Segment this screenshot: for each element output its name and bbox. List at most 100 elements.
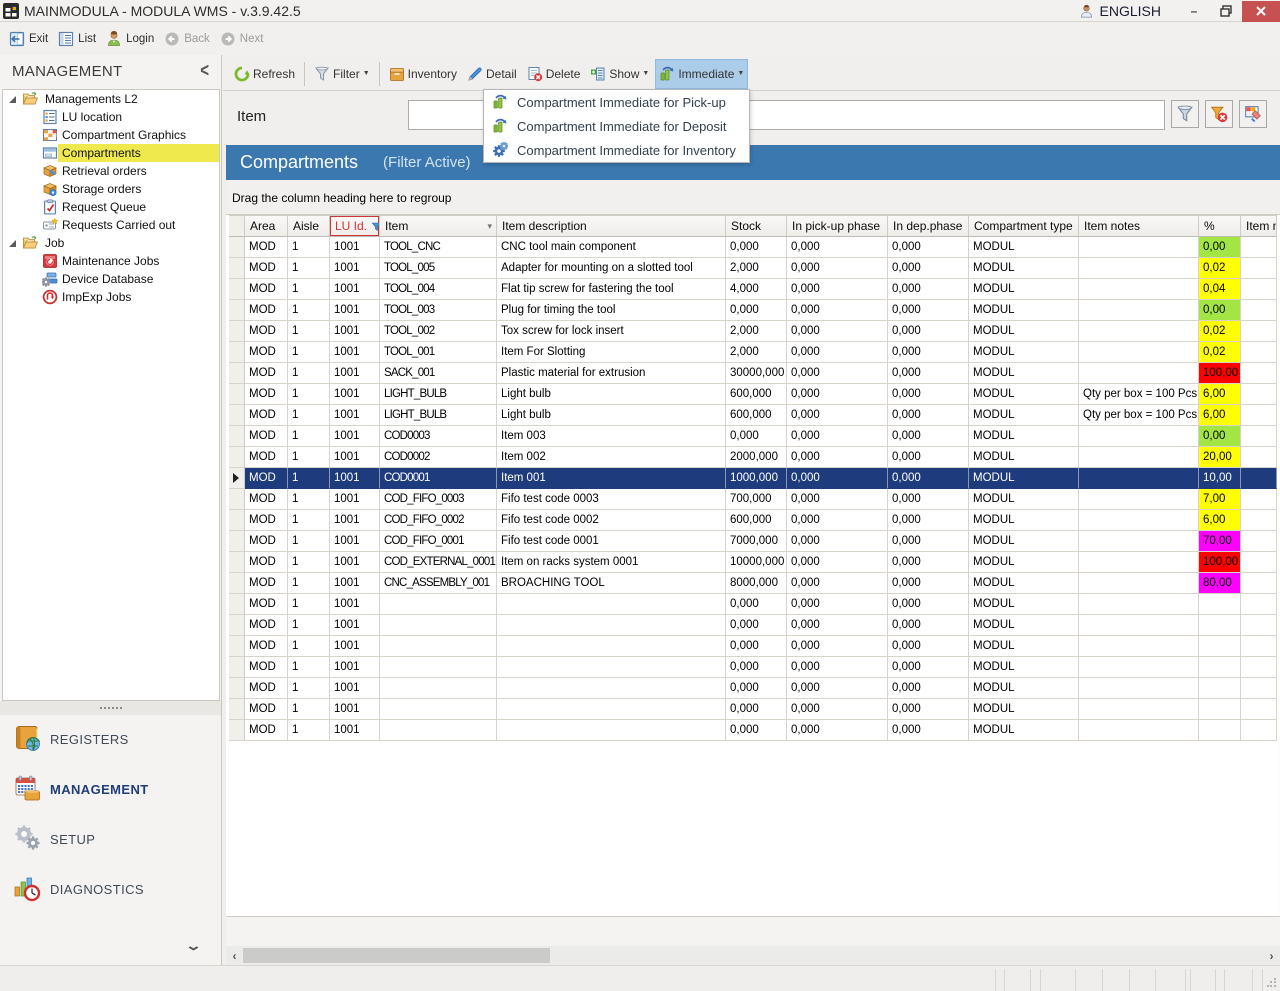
statusbar-separator [1102, 969, 1103, 991]
immediate-inventory-icon [492, 142, 508, 158]
grid-row-empty-22[interactable]: MOD110010,0000,0000,000MODUL [229, 699, 1277, 720]
horizontal-scrollbar[interactable]: ‹ › [226, 946, 1280, 965]
grid-row-tool_002[interactable]: MOD11001TOOL_002Tox screw for lock inser… [229, 321, 1277, 342]
row-indicator [229, 237, 245, 258]
grid-row-empty-18[interactable]: MOD110010,0000,0000,000MODUL [229, 615, 1277, 636]
scroll-left-arrow[interactable]: ‹ [226, 946, 243, 965]
sort-indicator-icon: ▾ [487, 221, 492, 232]
tree-expand-toggle[interactable] [8, 95, 17, 104]
grid-row-cod_external_0001[interactable]: MOD11001COD_EXTERNAL_0001Item on racks s… [229, 552, 1277, 573]
grid-toolbar: Refresh Filter▼ InventoryDetailDeleteShow▼… [223, 57, 1280, 91]
column-header-compartment-type[interactable]: Compartment type [969, 215, 1079, 237]
sidebar-more-chevron[interactable]: ⌄ [185, 938, 202, 954]
grid-row-empty-17[interactable]: MOD110010,0000,0000,000MODUL [229, 594, 1277, 615]
nav-setup[interactable]: SETUP [0, 824, 221, 854]
grid-row-tool_004[interactable]: MOD11001TOOL_004Flat tip screw for faste… [229, 279, 1277, 300]
column-header-item-description[interactable]: Item description [497, 215, 726, 237]
clear-grid-button[interactable] [1239, 100, 1267, 128]
grid-row-empty-19[interactable]: MOD110010,0000,0000,000MODUL [229, 636, 1277, 657]
tree-item-requests-carried-out[interactable]: Requests Carried out [3, 216, 219, 234]
grid-row-light_bulb[interactable]: MOD11001LIGHT_BULBLight bulb600,0000,000… [229, 405, 1277, 426]
grid-row-tool_005[interactable]: MOD11001TOOL_005Adapter for mounting on … [229, 258, 1277, 279]
grid-row-sack_001[interactable]: MOD11001SACK_001Plastic material for ext… [229, 363, 1277, 384]
back-button: Back [159, 27, 215, 51]
nav-diagnostics[interactable]: DIAGNOSTICS [0, 874, 221, 904]
sidebar-splitter[interactable] [0, 701, 221, 715]
retrieval-orders-icon [42, 163, 58, 179]
tree-item-compartments[interactable]: Compartments [3, 144, 219, 162]
detail-button[interactable]: Detail [463, 59, 521, 89]
grid-row-cod_fifo_0002[interactable]: MOD11001COD_FIFO_0002Fifo test code 0002… [229, 510, 1277, 531]
tree-item-retrieval-orders[interactable]: Retrieval orders [3, 162, 219, 180]
tree-item-lu-location[interactable]: LU location [3, 108, 219, 126]
column-header-item-notes[interactable]: Item notes [1079, 215, 1199, 237]
filter-button[interactable]: Filter▼ [310, 59, 374, 89]
column-header-pct[interactable]: % [1199, 215, 1241, 237]
group-by-hint: Drag the column heading here to regroup [232, 191, 451, 205]
tree-item-device-database[interactable]: Device Database [3, 270, 219, 288]
tree-item-storage-orders[interactable]: Storage orders [3, 180, 219, 198]
grid-row-empty-20[interactable]: MOD110010,0000,0000,000MODUL [229, 657, 1277, 678]
inventory-button[interactable]: Inventory [385, 59, 461, 89]
grid-row-light_bulb[interactable]: MOD11001LIGHT_BULBLight bulb600,0000,000… [229, 384, 1277, 405]
statusbar-separator [1224, 969, 1225, 991]
tree-item-request-queue[interactable]: Request Queue [3, 198, 219, 216]
menu-item-compartment-immediate-for-deposit[interactable]: Compartment Immediate for Deposit [484, 114, 749, 138]
grid-row-empty-23[interactable]: MOD110010,0000,0000,000MODUL [229, 720, 1277, 741]
open-folder-icon [22, 235, 38, 251]
tree-expand-toggle[interactable] [8, 239, 17, 248]
exit-button[interactable]: Exit [4, 27, 53, 51]
list-button[interactable]: List [53, 27, 101, 51]
grid-row-tool_001[interactable]: MOD11001TOOL_001Item For Slotting2,0000,… [229, 342, 1277, 363]
column-header-item-ma[interactable]: Item ma [1241, 215, 1277, 237]
row-indicator [229, 321, 245, 342]
column-header-stock[interactable]: Stock [726, 215, 787, 237]
row-indicator [229, 489, 245, 510]
close-button[interactable] [1242, 1, 1280, 22]
show-button[interactable]: Show▼ [586, 59, 653, 89]
toolbar-separator [379, 62, 380, 86]
grid-row-cnc_assembly_001[interactable]: MOD11001CNC_ASSEMBLY_001BROACHING TOOL80… [229, 573, 1277, 594]
column-header-in-pick-up-phase[interactable]: In pick-up phase [787, 215, 888, 237]
tree-item-job[interactable]: Job [3, 234, 219, 252]
menu-item-compartment-immediate-for-pick-up[interactable]: Compartment Immediate for Pick-up [484, 90, 749, 114]
column-filter-icon[interactable] [371, 221, 380, 232]
menu-item-compartment-immediate-for-inventory[interactable]: Compartment Immediate for Inventory [484, 138, 749, 162]
nav-registers[interactable]: REGISTERS [0, 724, 221, 754]
column-header-in-dep-phase[interactable]: In dep.phase [888, 215, 969, 237]
tree-item-managements-l2[interactable]: Managements L2 [3, 90, 219, 108]
tree-item-maintenance-jobs[interactable]: Maintenance Jobs [3, 252, 219, 270]
immediate-button[interactable]: Immediate▼ [655, 59, 748, 89]
column-header-area[interactable]: Area [245, 215, 288, 237]
grid-row-tool_cnc[interactable]: MOD11001TOOL_CNCCNC tool main component0… [229, 237, 1277, 258]
refresh-button[interactable]: Refresh [230, 59, 299, 89]
column-header-lu-id-[interactable]: LU Id. [330, 215, 380, 237]
immediate-icon [659, 66, 675, 82]
scroll-right-arrow[interactable]: › [1263, 946, 1280, 965]
delete-button[interactable]: Delete [523, 59, 585, 89]
grid-row-cod0001[interactable]: MOD11001COD0001Item 0011000,0000,0000,00… [229, 468, 1277, 489]
tree-item-compartment-graphics[interactable]: Compartment Graphics [3, 126, 219, 144]
clear-filter-button[interactable] [1205, 100, 1233, 128]
grid-row-cod_fifo_0003[interactable]: MOD11001COD_FIFO_0003Fifo test code 0003… [229, 489, 1277, 510]
nav-management[interactable]: MANAGEMENT [0, 774, 221, 804]
minimize-button[interactable]: – [1178, 1, 1210, 22]
scrollbar-thumb[interactable] [243, 948, 550, 963]
column-header-aisle[interactable]: Aisle [288, 215, 330, 237]
group-by-band[interactable]: Drag the column heading here to regroup [226, 180, 1280, 215]
exit-icon [9, 31, 25, 47]
language-indicator: ENGLISH [1079, 3, 1161, 19]
grid-row-tool_003[interactable]: MOD11001TOOL_003Plug for timing the tool… [229, 300, 1277, 321]
sidebar-collapse-chevron[interactable]: < [200, 59, 209, 81]
grid-row-cod0002[interactable]: MOD11001COD0002Item 0022000,0000,0000,00… [229, 447, 1277, 468]
tree-item-impexp-jobs[interactable]: ImpExp Jobs [3, 288, 219, 306]
restore-button[interactable] [1210, 1, 1242, 22]
resize-grip[interactable] [1267, 978, 1277, 988]
grid-row-cod_fifo_0001[interactable]: MOD11001COD_FIFO_0001Fifo test code 0001… [229, 531, 1277, 552]
grid-row-empty-21[interactable]: MOD110010,0000,0000,000MODUL [229, 678, 1277, 699]
login-button[interactable]: Login [101, 27, 159, 51]
column-header-item[interactable]: Item▾ [380, 215, 497, 237]
apply-filter-button[interactable] [1171, 100, 1199, 128]
grid-row-cod0003[interactable]: MOD11001COD0003Item 0030,0000,0000,000MO… [229, 426, 1277, 447]
row-indicator [229, 531, 245, 552]
